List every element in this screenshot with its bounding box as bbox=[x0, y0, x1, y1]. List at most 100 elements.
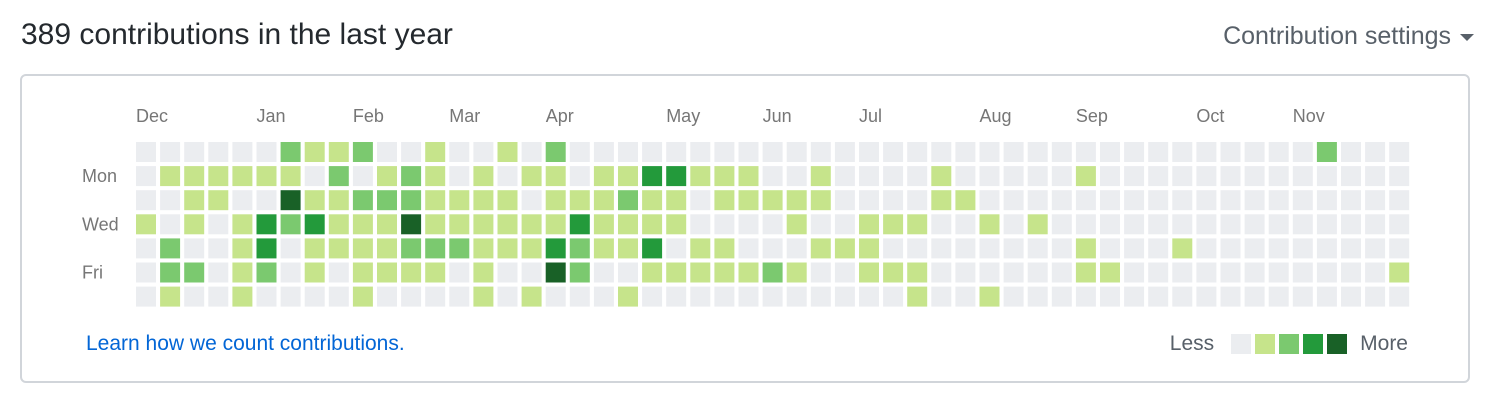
day-cell[interactable] bbox=[1220, 142, 1241, 162]
day-cell[interactable] bbox=[859, 142, 879, 162]
day-cell[interactable] bbox=[810, 166, 831, 187]
day-cell[interactable] bbox=[473, 166, 494, 187]
day-cell[interactable] bbox=[1244, 262, 1265, 283]
day-cell[interactable] bbox=[545, 286, 566, 307]
day-cell[interactable] bbox=[907, 238, 928, 259]
day-cell[interactable] bbox=[136, 142, 156, 162]
day-cell[interactable] bbox=[1316, 286, 1337, 307]
day-cell[interactable] bbox=[401, 166, 422, 187]
day-cell[interactable] bbox=[401, 190, 422, 211]
day-cell[interactable] bbox=[1027, 166, 1048, 187]
day-cell[interactable] bbox=[256, 286, 277, 307]
day-cell[interactable] bbox=[1389, 286, 1410, 307]
day-cell[interactable] bbox=[979, 166, 1000, 187]
day-cell[interactable] bbox=[810, 286, 831, 307]
day-cell[interactable] bbox=[545, 190, 566, 211]
day-cell[interactable] bbox=[1268, 166, 1289, 187]
day-cell[interactable] bbox=[593, 214, 614, 235]
day-cell[interactable] bbox=[883, 214, 904, 235]
day-cell[interactable] bbox=[883, 190, 904, 211]
day-cell[interactable] bbox=[1100, 238, 1120, 259]
day-cell[interactable] bbox=[859, 214, 879, 235]
day-cell[interactable] bbox=[521, 262, 542, 283]
day-cell[interactable] bbox=[208, 190, 229, 211]
day-cell[interactable] bbox=[1196, 190, 1217, 211]
day-cell[interactable] bbox=[1196, 166, 1217, 187]
day-cell[interactable] bbox=[1268, 214, 1289, 235]
day-cell[interactable] bbox=[1389, 214, 1410, 235]
day-cell[interactable] bbox=[449, 190, 470, 211]
day-cell[interactable] bbox=[1051, 214, 1072, 235]
day-cell[interactable] bbox=[1003, 214, 1024, 235]
day-cell[interactable] bbox=[786, 214, 807, 235]
day-cell[interactable] bbox=[1341, 262, 1361, 283]
day-cell[interactable] bbox=[1027, 238, 1048, 259]
day-cell[interactable] bbox=[352, 262, 373, 283]
day-cell[interactable] bbox=[690, 190, 711, 211]
day-cell[interactable] bbox=[1051, 142, 1072, 162]
day-cell[interactable] bbox=[1292, 238, 1313, 259]
day-cell[interactable] bbox=[136, 262, 156, 283]
day-cell[interactable] bbox=[280, 286, 301, 307]
day-cell[interactable] bbox=[1220, 262, 1241, 283]
day-cell[interactable] bbox=[1148, 262, 1169, 283]
day-cell[interactable] bbox=[352, 214, 373, 235]
day-cell[interactable] bbox=[1244, 166, 1265, 187]
day-cell[interactable] bbox=[859, 190, 879, 211]
day-cell[interactable] bbox=[1389, 166, 1410, 187]
day-cell[interactable] bbox=[690, 142, 711, 162]
day-cell[interactable] bbox=[810, 238, 831, 259]
day-cell[interactable] bbox=[473, 214, 494, 235]
day-cell[interactable] bbox=[352, 166, 373, 187]
day-cell[interactable] bbox=[883, 262, 904, 283]
day-cell[interactable] bbox=[545, 166, 566, 187]
day-cell[interactable] bbox=[1244, 286, 1265, 307]
day-cell[interactable] bbox=[618, 238, 638, 259]
day-cell[interactable] bbox=[618, 262, 638, 283]
day-cell[interactable] bbox=[208, 214, 229, 235]
day-cell[interactable] bbox=[714, 262, 735, 283]
day-cell[interactable] bbox=[545, 214, 566, 235]
day-cell[interactable] bbox=[1100, 142, 1120, 162]
day-cell[interactable] bbox=[618, 142, 638, 162]
day-cell[interactable] bbox=[569, 238, 590, 259]
day-cell[interactable] bbox=[136, 214, 156, 235]
day-cell[interactable] bbox=[690, 166, 711, 187]
day-cell[interactable] bbox=[1075, 166, 1096, 187]
day-cell[interactable] bbox=[569, 262, 590, 283]
day-cell[interactable] bbox=[401, 262, 422, 283]
day-cell[interactable] bbox=[328, 142, 349, 162]
day-cell[interactable] bbox=[931, 214, 952, 235]
day-cell[interactable] bbox=[352, 286, 373, 307]
day-cell[interactable] bbox=[1075, 142, 1096, 162]
day-cell[interactable] bbox=[666, 142, 687, 162]
day-cell[interactable] bbox=[280, 166, 301, 187]
day-cell[interactable] bbox=[304, 214, 325, 235]
day-cell[interactable] bbox=[1003, 262, 1024, 283]
day-cell[interactable] bbox=[473, 262, 494, 283]
day-cell[interactable] bbox=[1100, 262, 1120, 283]
day-cell[interactable] bbox=[666, 262, 687, 283]
day-cell[interactable] bbox=[642, 214, 663, 235]
day-cell[interactable] bbox=[907, 166, 928, 187]
day-cell[interactable] bbox=[328, 238, 349, 259]
day-cell[interactable] bbox=[328, 286, 349, 307]
day-cell[interactable] bbox=[304, 190, 325, 211]
day-cell[interactable] bbox=[979, 190, 1000, 211]
day-cell[interactable] bbox=[184, 286, 205, 307]
day-cell[interactable] bbox=[377, 190, 397, 211]
day-cell[interactable] bbox=[642, 166, 663, 187]
day-cell[interactable] bbox=[1220, 166, 1241, 187]
day-cell[interactable] bbox=[1196, 142, 1217, 162]
day-cell[interactable] bbox=[883, 166, 904, 187]
day-cell[interactable] bbox=[1075, 190, 1096, 211]
day-cell[interactable] bbox=[1148, 286, 1169, 307]
day-cell[interactable] bbox=[256, 262, 277, 283]
day-cell[interactable] bbox=[208, 286, 229, 307]
day-cell[interactable] bbox=[377, 166, 397, 187]
day-cell[interactable] bbox=[786, 238, 807, 259]
day-cell[interactable] bbox=[208, 262, 229, 283]
day-cell[interactable] bbox=[979, 262, 1000, 283]
day-cell[interactable] bbox=[666, 238, 687, 259]
day-cell[interactable] bbox=[328, 262, 349, 283]
